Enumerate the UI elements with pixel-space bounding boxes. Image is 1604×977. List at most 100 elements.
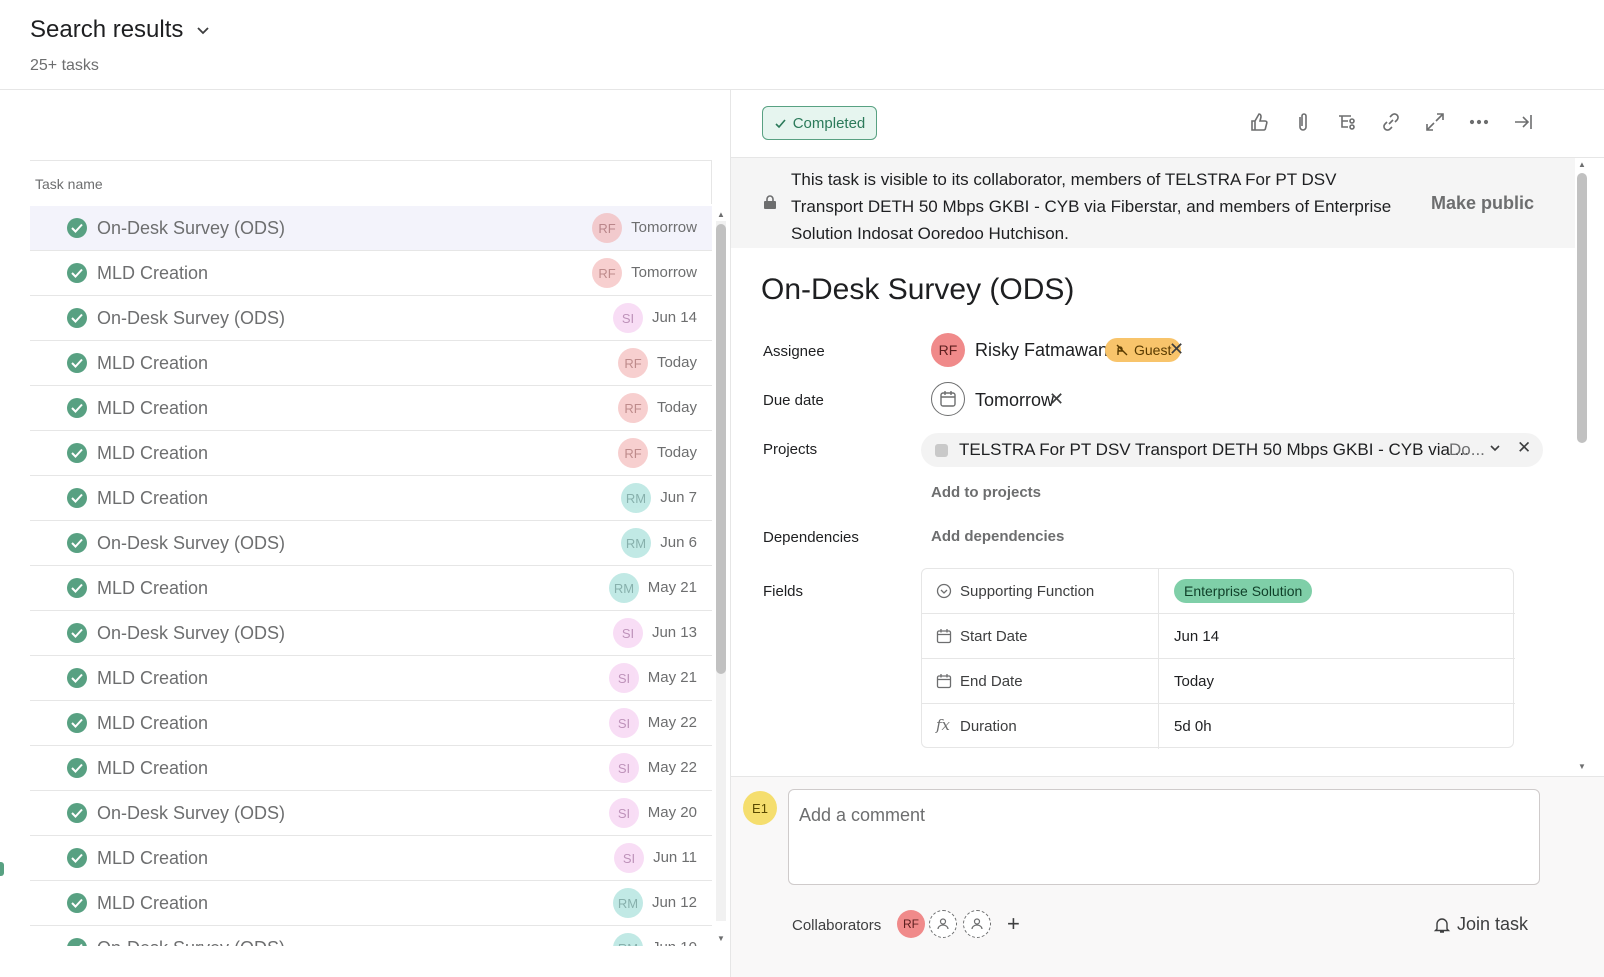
table-row[interactable]: MLD Creation Jun 11 SI [30,836,712,881]
column-header-task-name[interactable]: Task name [30,160,712,204]
task-name[interactable]: MLD Creation [97,263,208,284]
close-pane-icon[interactable] [1511,110,1535,134]
subtask-icon[interactable] [1335,110,1359,134]
task-due-date[interactable]: Jun 14 [652,309,697,326]
task-name[interactable]: On-Desk Survey (ODS) [97,803,285,824]
remove-assignee-close-icon[interactable]: ✕ [1169,339,1184,360]
table-row[interactable]: MLD Creation Jun 12 RM [30,881,712,926]
comment-input[interactable]: Add a comment [788,789,1540,885]
table-row[interactable]: MLD Creation May 21 SI [30,656,712,701]
task-name[interactable]: On-Desk Survey (ODS) [97,218,285,239]
avatar[interactable]: RF [618,393,648,423]
avatar[interactable]: RM [609,573,639,603]
completed-check-icon[interactable] [67,623,87,643]
task-due-date[interactable]: Jun 6 [660,534,697,551]
search-results-title[interactable]: Search results [30,16,211,44]
scroll-down-arrow-icon[interactable]: ▼ [1578,762,1586,771]
avatar[interactable]: SI [614,843,644,873]
task-due-date[interactable]: May 22 [648,759,697,776]
detail-scrollbar[interactable]: ▲ ▼ [1575,158,1589,778]
task-due-date[interactable]: Jun 11 [653,849,697,866]
task-name[interactable]: On-Desk Survey (ODS) [97,623,285,644]
expand-icon[interactable] [1423,110,1447,134]
task-name[interactable]: MLD Creation [97,443,208,464]
table-row[interactable]: MLD Creation May 22 SI [30,746,712,791]
attachment-icon[interactable] [1291,110,1315,134]
completed-check-icon[interactable] [67,803,87,823]
task-name[interactable]: MLD Creation [97,353,208,374]
task-due-date[interactable]: May 20 [648,804,697,821]
task-due-date[interactable]: Jun 10 [652,939,697,946]
project-name[interactable]: TELSTRA For PT DSV Transport DETH 50 Mbp… [959,440,1469,460]
add-collaborator-user-icon[interactable] [929,910,957,938]
supporting-function-tag[interactable]: Enterprise Solution [1174,579,1313,603]
table-row[interactable]: MLD Creation Today RF [30,386,712,431]
completed-check-icon[interactable] [67,398,87,418]
avatar[interactable]: SI [613,303,643,333]
completed-button[interactable]: Completed [762,106,877,140]
avatar[interactable]: SI [609,708,639,738]
avatar[interactable]: SI [613,618,643,648]
task-name[interactable]: MLD Creation [97,398,208,419]
table-row[interactable]: On-Desk Survey (ODS) May 20 SI [30,791,712,836]
avatar[interactable]: RM [621,528,651,558]
table-row[interactable]: MLD Creation Today RF [30,341,712,386]
completed-check-icon[interactable] [67,848,87,868]
scrollbar-thumb[interactable] [1577,173,1587,443]
table-row[interactable]: On-Desk Survey (ODS) Tomorrow RF [30,206,712,251]
completed-check-icon[interactable] [67,893,87,913]
avatar[interactable]: RF [618,348,648,378]
avatar[interactable]: RF [592,213,622,243]
task-due-date[interactable]: May 21 [648,669,697,686]
scroll-up-arrow-icon[interactable]: ▲ [717,210,725,219]
completed-check-icon[interactable] [67,353,87,373]
add-collaborator-user-icon[interactable] [963,910,991,938]
like-icon[interactable] [1247,110,1271,134]
assignee-name[interactable]: Risky Fatmawan [975,340,1108,361]
completed-check-icon[interactable] [67,308,87,328]
table-row[interactable]: On-Desk Survey (ODS) Jun 13 SI [30,611,712,656]
field-value[interactable]: Jun 14 [1174,628,1219,645]
field-row-supporting-function[interactable]: Supporting Function Enterprise Solution [922,569,1515,614]
task-name[interactable]: On-Desk Survey (ODS) [97,308,285,329]
link-icon[interactable] [1379,110,1403,134]
join-task-button[interactable]: Join task [1433,914,1528,935]
task-due-date[interactable]: Jun 7 [660,489,697,506]
completed-check-icon[interactable] [67,668,87,688]
completed-check-icon[interactable] [67,578,87,598]
field-row-start-date[interactable]: Start Date Jun 14 [922,614,1515,659]
completed-check-icon[interactable] [67,218,87,238]
completed-check-icon[interactable] [67,263,87,283]
table-row[interactable]: On-Desk Survey (ODS) Jun 6 RM [30,521,712,566]
project-chip[interactable]: TELSTRA For PT DSV Transport DETH 50 Mbp… [921,433,1543,467]
task-name[interactable]: On-Desk Survey (ODS) [97,938,285,946]
task-due-date[interactable]: Jun 13 [652,624,697,641]
table-row[interactable]: MLD Creation May 21 RM [30,566,712,611]
scroll-up-arrow-icon[interactable]: ▲ [1578,160,1586,169]
completed-check-icon[interactable] [67,443,87,463]
chevron-down-icon[interactable] [195,22,211,38]
task-name[interactable]: MLD Creation [97,488,208,509]
avatar[interactable]: RF [592,258,622,288]
add-to-projects-button[interactable]: Add to projects [931,484,1041,501]
table-row[interactable]: MLD Creation Jun 7 RM [30,476,712,521]
task-due-date[interactable]: May 21 [648,579,697,596]
table-row[interactable]: On-Desk Survey (ODS) Jun 10 RM [30,926,712,946]
task-due-date[interactable]: Today [657,354,697,371]
more-icon[interactable] [1467,110,1491,134]
task-title[interactable]: On-Desk Survey (ODS) [761,273,1074,307]
task-due-date[interactable]: Tomorrow [631,264,697,281]
scroll-down-arrow-icon[interactable]: ▼ [717,934,725,943]
task-name[interactable]: MLD Creation [97,713,208,734]
avatar[interactable]: RM [613,888,643,918]
remove-project-close-icon[interactable]: ✕ [1517,438,1531,458]
field-row-duration[interactable]: fx Duration 5d 0h [922,704,1515,749]
task-name[interactable]: MLD Creation [97,848,208,869]
task-name[interactable]: MLD Creation [97,668,208,689]
completed-check-icon[interactable] [67,758,87,778]
table-row[interactable]: MLD Creation May 22 SI [30,701,712,746]
due-date-value[interactable]: Tomorrow [975,390,1054,411]
remove-due-date-close-icon[interactable]: ✕ [1049,389,1064,410]
plus-icon[interactable]: + [1007,911,1020,937]
table-row[interactable]: MLD Creation Today RF [30,431,712,476]
